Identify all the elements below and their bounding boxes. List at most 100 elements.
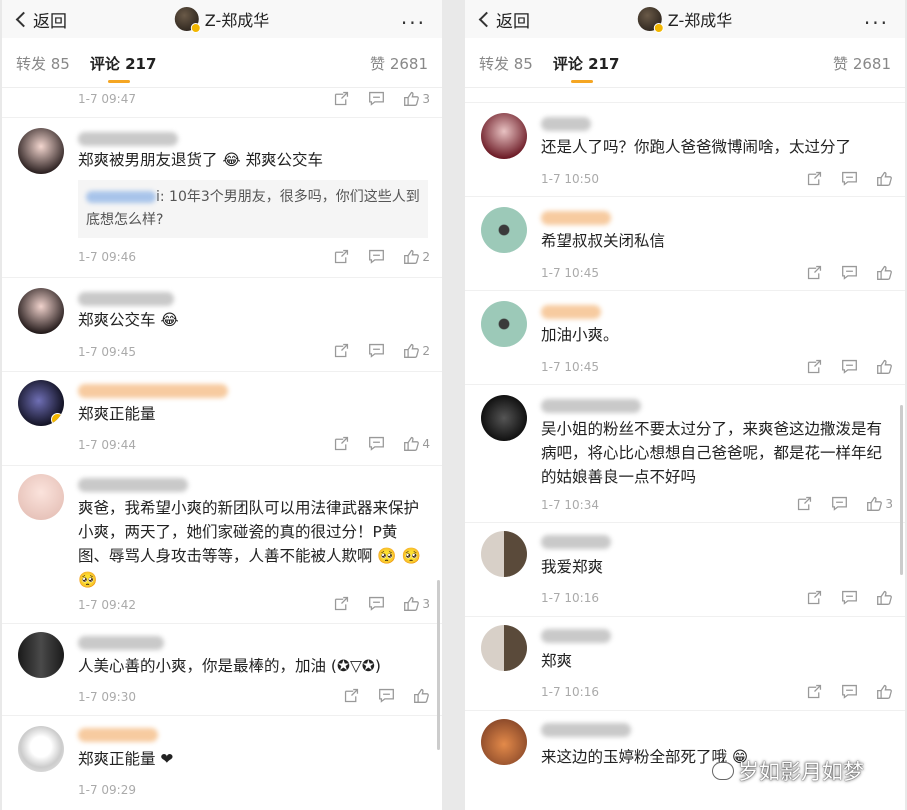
comment-text: 加油小爽。 [541, 326, 619, 344]
repost-button[interactable] [333, 342, 350, 359]
avatar[interactable] [18, 128, 64, 174]
avatar[interactable] [18, 288, 64, 334]
avatar[interactable] [481, 719, 527, 765]
list-item: 加油小爽。 1-7 10:45 [465, 291, 905, 385]
username[interactable] [541, 211, 611, 225]
tab-reposts[interactable]: 转发 85 [479, 53, 533, 74]
comment-time: 1-7 10:50 [541, 172, 599, 186]
comment-time: 1-7 09:46 [78, 250, 136, 264]
like-button[interactable]: 2 [403, 248, 430, 265]
comment-button[interactable] [378, 687, 395, 704]
list-item: 郑爽 1-7 10:16 [465, 617, 905, 711]
left-screen: 返回 Z-郑成华 ... 转发 85 评论 217 赞 2681 1-7 09:… [2, 0, 442, 810]
username[interactable] [541, 723, 631, 737]
comment-text: 我爱郑爽 [541, 558, 604, 576]
more-icon[interactable]: ... [864, 7, 889, 27]
username[interactable] [78, 636, 164, 650]
like-button[interactable]: 4 [403, 435, 430, 452]
like-button[interactable] [876, 683, 893, 700]
comment-icon [842, 359, 857, 374]
comment-button[interactable] [841, 683, 858, 700]
comment-time: 1-7 10:34 [541, 498, 599, 512]
comment-button[interactable] [841, 264, 858, 281]
scrollbar[interactable] [900, 405, 903, 575]
like-button[interactable] [876, 589, 893, 606]
tab-likes[interactable]: 赞 2681 [370, 53, 428, 74]
repost-button[interactable] [806, 170, 823, 187]
comment-button[interactable] [368, 595, 385, 612]
avatar[interactable] [481, 531, 527, 577]
comment-icon [379, 688, 394, 703]
tab-reposts[interactable]: 转发 85 [16, 53, 70, 74]
username[interactable] [541, 305, 601, 319]
repost-button[interactable] [333, 90, 350, 107]
avatar[interactable] [481, 395, 527, 441]
username[interactable] [78, 478, 188, 492]
avatar[interactable] [18, 380, 64, 426]
like-button[interactable] [876, 264, 893, 281]
like-icon [404, 343, 420, 358]
repost-button[interactable] [806, 589, 823, 606]
username[interactable] [541, 629, 611, 643]
repost-button[interactable] [333, 435, 350, 452]
tab-comments[interactable]: 评论 217 [90, 53, 156, 83]
username[interactable] [78, 132, 178, 146]
like-icon [404, 91, 420, 106]
comment-button[interactable] [368, 342, 385, 359]
like-button[interactable] [876, 358, 893, 375]
scrollbar[interactable] [437, 580, 440, 750]
comment-button[interactable] [841, 358, 858, 375]
more-icon[interactable]: ... [401, 7, 426, 27]
repost-icon [335, 91, 349, 106]
verified-badge-icon [190, 23, 201, 33]
avatar[interactable] [481, 625, 527, 671]
avatar[interactable] [481, 301, 527, 347]
repost-button[interactable] [806, 358, 823, 375]
username[interactable] [78, 728, 158, 742]
avatar[interactable] [481, 207, 527, 253]
tab-likes[interactable]: 赞 2681 [833, 53, 891, 74]
comment-button[interactable] [841, 589, 858, 606]
avatar[interactable] [18, 726, 64, 772]
reply-username[interactable] [86, 191, 156, 203]
username[interactable] [541, 535, 611, 549]
like-button[interactable] [876, 170, 893, 187]
back-button[interactable]: 返回 [12, 7, 67, 32]
repost-button[interactable] [333, 595, 350, 612]
comment-icon [832, 496, 848, 511]
comment-time: 1-7 09:42 [78, 598, 136, 612]
repost-button[interactable] [333, 248, 350, 265]
list-item: 爽爸，我希望小爽的新团队可以用法律武器来保护小爽，两天了，她们家碰瓷的真的很过分… [2, 466, 442, 624]
avatar[interactable] [481, 113, 527, 159]
like-button[interactable]: 3 [866, 495, 893, 512]
reply-box[interactable]: i: 10年3个男朋友，很多吗，你们这些人到底想怎么样? [78, 180, 428, 238]
comment-icon [369, 91, 385, 106]
comment-icon [369, 249, 385, 264]
back-button[interactable]: 返回 [475, 7, 530, 32]
avatar[interactable] [18, 632, 64, 678]
comment-button[interactable] [368, 435, 385, 452]
like-button[interactable]: 3 [403, 90, 430, 107]
back-label: 返回 [33, 11, 67, 32]
comment-button[interactable] [368, 248, 385, 265]
comment-time: 1-7 09:30 [78, 690, 136, 704]
username[interactable] [78, 292, 174, 306]
comment-button[interactable] [841, 170, 858, 187]
repost-button[interactable] [806, 683, 823, 700]
tab-comments[interactable]: 评论 217 [553, 53, 619, 83]
repost-button[interactable] [343, 687, 360, 704]
like-button[interactable] [413, 687, 430, 704]
repost-button[interactable] [806, 264, 823, 281]
comment-text: 吴小姐的粉丝不要太过分了，来爽爸这边撒泼是有病吧，将心比心想想自己爸爸呢，都是花… [541, 420, 883, 486]
comment-button[interactable] [831, 495, 848, 512]
username[interactable] [541, 117, 591, 131]
repost-button[interactable] [796, 495, 813, 512]
like-button[interactable]: 2 [403, 342, 430, 359]
username[interactable] [541, 399, 641, 413]
watermark-text: 岁如影月如梦 [738, 760, 864, 784]
comment-button[interactable] [368, 90, 385, 107]
avatar[interactable] [18, 474, 64, 520]
username[interactable] [78, 384, 228, 398]
like-button[interactable]: 3 [403, 595, 430, 612]
verified-badge-icon [51, 413, 64, 426]
